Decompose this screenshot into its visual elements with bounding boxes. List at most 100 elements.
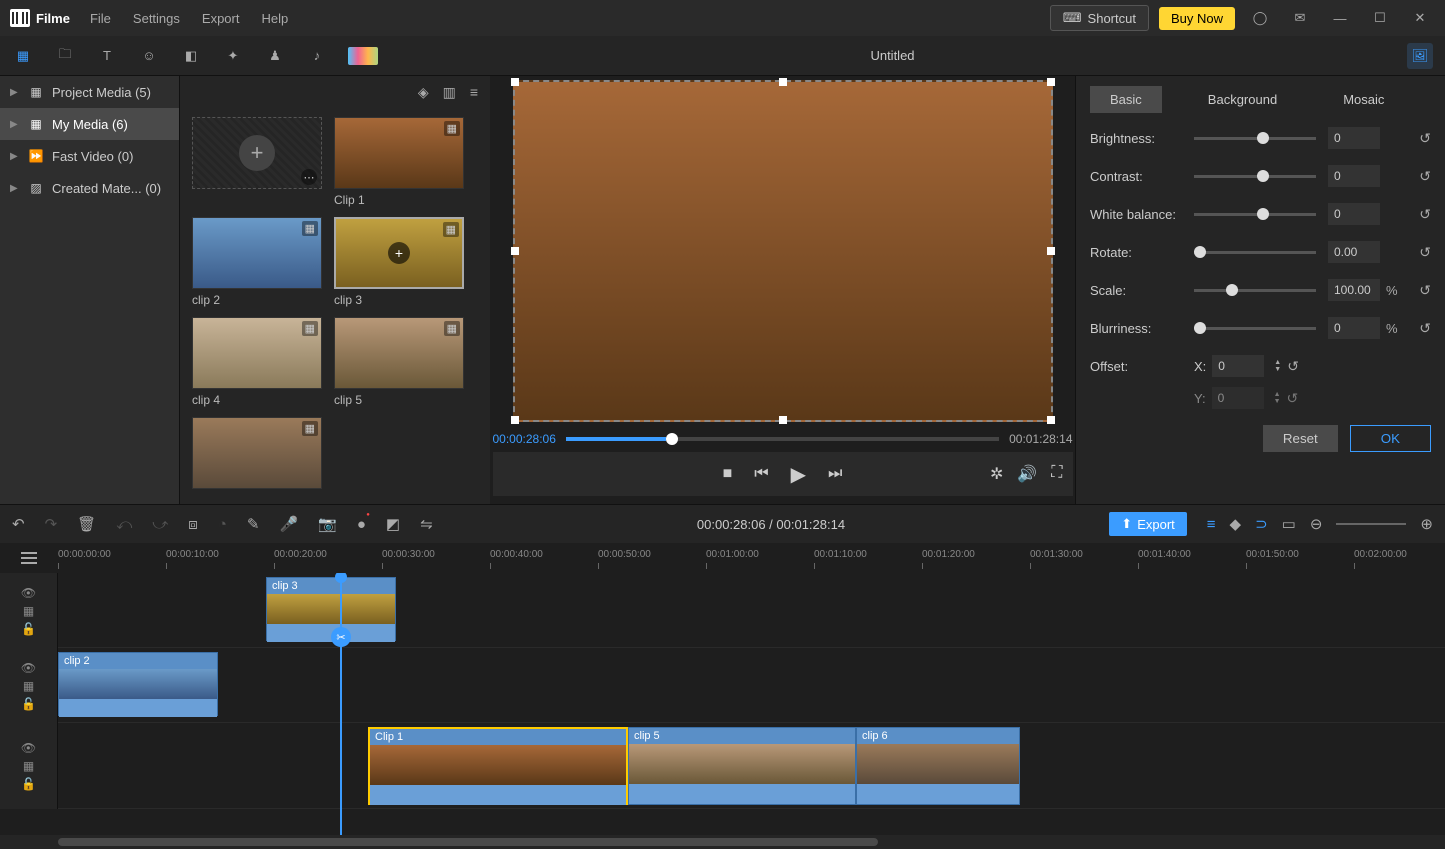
fit-icon[interactable]: ▭ (1282, 515, 1296, 533)
next-frame-icon[interactable]: ⏭ (828, 465, 842, 483)
avatar-tool-icon[interactable]: ♟ (264, 45, 286, 67)
whitebalance-slider[interactable] (1194, 213, 1316, 216)
menu-settings[interactable]: Settings (133, 11, 180, 26)
preview-seek-slider[interactable] (566, 437, 999, 441)
camera-icon[interactable]: 📷 (318, 515, 337, 533)
menu-file[interactable]: File (90, 11, 111, 26)
align-icon[interactable]: ≡ (1207, 516, 1216, 533)
lock-icon[interactable]: 🔓 (21, 697, 36, 711)
record-icon[interactable]: ●● (357, 516, 366, 533)
speed-icon[interactable]: ◔ (218, 516, 227, 533)
scissor-icon[interactable]: ✂ (331, 627, 351, 647)
menu-help[interactable]: Help (261, 11, 288, 26)
mirror-icon[interactable]: ⇋ (420, 515, 433, 533)
tab-mosaic[interactable]: Mosaic (1323, 86, 1404, 113)
rotate-input[interactable] (1328, 241, 1380, 263)
grid-view-icon[interactable]: ▥ (443, 84, 456, 101)
menu-export[interactable]: Export (202, 11, 240, 26)
sidebar-item-project-media[interactable]: ▶ ▦ Project Media (5) (0, 76, 179, 108)
timeline-ruler[interactable]: 00:00:00:0000:00:10:0000:00:20:0000:00:3… (58, 543, 1445, 573)
resize-handle[interactable] (1047, 78, 1055, 86)
shortcut-button[interactable]: ⌨ Shortcut (1050, 5, 1149, 31)
folder-tool-icon[interactable]: 🗀 (54, 45, 76, 67)
eye-icon[interactable]: 👁 (21, 586, 36, 600)
reset-icon[interactable]: ↺ (1419, 130, 1431, 147)
magnet-icon[interactable]: ⊃ (1255, 515, 1268, 533)
sidebar-item-created-mate[interactable]: ▶ ▨ Created Mate... (0) (0, 172, 179, 204)
preview-canvas[interactable] (513, 80, 1053, 422)
sidebar-item-my-media[interactable]: ▶ ▦ My Media (6) (0, 108, 179, 140)
offset-y-input[interactable] (1212, 387, 1264, 409)
sort-icon[interactable]: ≡ (470, 84, 478, 101)
user-icon[interactable]: ◯ (1245, 3, 1275, 33)
effects-tool-icon[interactable]: ✦ (222, 45, 244, 67)
scale-input[interactable] (1328, 279, 1380, 301)
ok-button[interactable]: OK (1350, 425, 1431, 452)
sidebar-item-fast-video[interactable]: ▶ ⏩ Fast Video (0) (0, 140, 179, 172)
split-right-icon[interactable]: ⤻ (152, 516, 168, 533)
media-tool-icon[interactable]: ▦ (12, 45, 34, 67)
add-icon[interactable]: + (239, 135, 275, 171)
contrast-input[interactable] (1328, 165, 1380, 187)
playhead[interactable]: ✂ (340, 573, 342, 835)
redo-icon[interactable]: ↷ (45, 515, 58, 533)
stop-icon[interactable]: ■ (723, 465, 733, 483)
more-icon[interactable]: ⋯ (301, 169, 317, 185)
offset-x-input[interactable] (1212, 355, 1264, 377)
reset-icon[interactable]: ↺ (1419, 206, 1431, 223)
timeline-clip[interactable]: clip 3 (266, 577, 396, 641)
reset-icon[interactable]: ↺ (1287, 358, 1299, 375)
spinner-icon[interactable]: ▲▼ (1274, 391, 1281, 405)
media-thumbnail[interactable]: ▦clip 5 (334, 317, 464, 407)
rotate-slider[interactable] (1194, 251, 1316, 254)
resize-handle[interactable] (511, 247, 519, 255)
reset-icon[interactable]: ↺ (1419, 320, 1431, 337)
mic-icon[interactable]: 🎤 (279, 515, 298, 533)
media-thumbnail[interactable]: +⋯ (192, 117, 322, 207)
scale-slider[interactable] (1194, 289, 1316, 292)
play-icon[interactable]: ▶ (791, 462, 806, 487)
undo-icon[interactable]: ↶ (12, 515, 25, 533)
resize-handle[interactable] (1047, 247, 1055, 255)
prev-frame-icon[interactable]: ⏮ (754, 465, 768, 483)
reset-icon[interactable]: ↺ (1419, 168, 1431, 185)
resize-handle[interactable] (1047, 416, 1055, 424)
marker-icon[interactable]: ◆ (1230, 515, 1242, 533)
media-thumbnail[interactable]: +▦clip 3 (334, 217, 464, 307)
zoom-out-icon[interactable]: ⊖ (1310, 515, 1323, 533)
zoom-slider[interactable] (1336, 523, 1406, 525)
volume-icon[interactable]: 🔊 (1017, 464, 1037, 484)
track-menu-icon[interactable] (21, 552, 37, 564)
eye-icon[interactable]: 👁 (21, 661, 36, 675)
reset-icon[interactable]: ↺ (1419, 282, 1431, 299)
maximize-icon[interactable]: ☐ (1365, 3, 1395, 33)
timeline-clip[interactable]: clip 6 (856, 727, 1020, 805)
timeline-clip[interactable]: clip 2 (58, 652, 218, 716)
export-button[interactable]: ⬆ Export (1109, 512, 1186, 536)
transition-tool-icon[interactable]: ◧ (180, 45, 202, 67)
media-thumbnail[interactable]: ▦ (192, 417, 322, 493)
image-tool-icon[interactable]: 🖼 (1407, 43, 1433, 69)
eye-icon[interactable]: 👁 (21, 741, 36, 755)
pip-icon[interactable]: ◩ (386, 515, 400, 533)
close-icon[interactable]: ✕ (1405, 3, 1435, 33)
timeline-clip[interactable]: Clip 1 (368, 727, 628, 805)
fullscreen-icon[interactable]: ⛶ (1051, 464, 1062, 484)
color-icon[interactable]: ✎ (247, 515, 260, 533)
resize-handle[interactable] (779, 78, 787, 86)
timeline-scrollbar[interactable] (0, 835, 1445, 849)
contrast-slider[interactable] (1194, 175, 1316, 178)
tab-basic[interactable]: Basic (1090, 86, 1162, 113)
settings-icon[interactable]: ✲ (990, 464, 1003, 484)
media-thumbnail[interactable]: ▦Clip 1 (334, 117, 464, 207)
blurriness-slider[interactable] (1194, 327, 1316, 330)
resize-handle[interactable] (511, 78, 519, 86)
buy-now-button[interactable]: Buy Now (1159, 7, 1235, 30)
split-left-icon[interactable]: ⤺ (116, 516, 132, 533)
brightness-input[interactable] (1328, 127, 1380, 149)
blurriness-input[interactable] (1328, 317, 1380, 339)
whitebalance-input[interactable] (1328, 203, 1380, 225)
resize-handle[interactable] (511, 416, 519, 424)
spinner-icon[interactable]: ▲▼ (1274, 359, 1281, 373)
reset-icon[interactable]: ↺ (1419, 244, 1431, 261)
